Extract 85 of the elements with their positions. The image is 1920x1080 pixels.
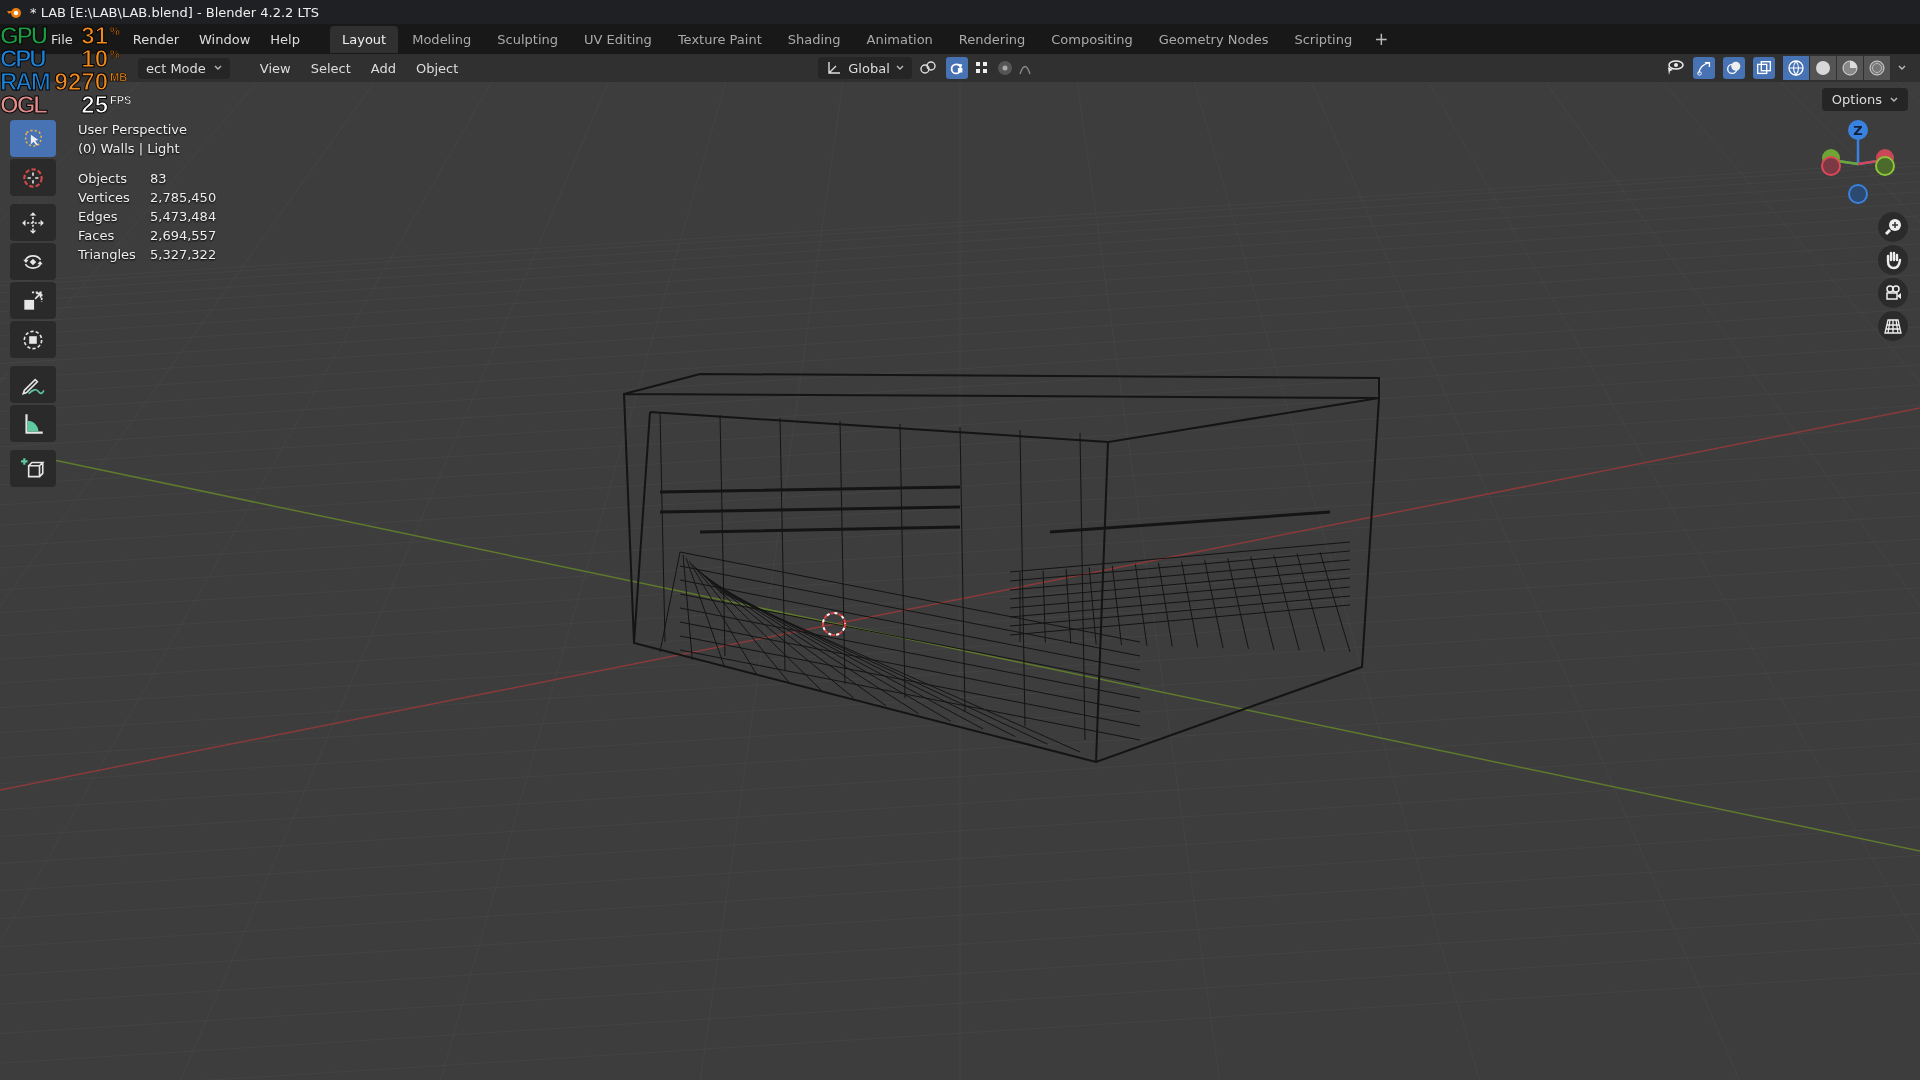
mode-dropdown[interactable]: ect Mode (138, 57, 230, 79)
stat-value: 5,327,322 (150, 246, 217, 264)
navigation-gizmo[interactable]: Z (1818, 118, 1898, 218)
snap-toggle[interactable] (945, 57, 968, 79)
monitor-unit: % (110, 24, 120, 38)
monitor-value: 10 (81, 47, 108, 70)
stat-value: 2,694,557 (150, 227, 217, 245)
workspace-tab[interactable]: Animation (854, 25, 945, 53)
sphere-icon (1868, 59, 1886, 77)
monitor-label: CPU (0, 47, 45, 70)
shading-button[interactable] (1837, 56, 1863, 80)
workspace-tab[interactable]: Shading (775, 25, 853, 53)
monitor-unit: MB (110, 70, 128, 84)
menu-item[interactable]: Render (131, 28, 181, 50)
cursor-tool[interactable] (10, 159, 56, 196)
workspace-tab[interactable]: Compositing (1039, 25, 1145, 53)
stat-label: Objects (78, 170, 129, 188)
workspace-tab[interactable]: Scripting (1282, 25, 1365, 53)
overlays-toggle[interactable] (1723, 57, 1745, 79)
shading-button[interactable] (1864, 56, 1890, 80)
blender-logo-icon (6, 5, 22, 19)
monitor-unit: FPS (110, 93, 132, 107)
workspace-tab[interactable]: Texture Paint (665, 25, 774, 53)
gizmos-icon (1695, 59, 1713, 77)
monitor-value: 31 (81, 24, 108, 47)
cursor-3d-icon[interactable] (822, 612, 846, 636)
chevron-icon (1898, 65, 1906, 71)
scale-tool[interactable] (10, 282, 56, 319)
workspace-tab[interactable]: UV Editing (572, 25, 664, 53)
add-cube-tool[interactable] (10, 450, 56, 487)
grid-icon[interactable] (1878, 311, 1908, 341)
monitor-label: GPU (0, 24, 46, 47)
sphere-icon (1787, 59, 1805, 77)
monitor-label: OGL (0, 93, 46, 116)
menu-item[interactable]: Window (198, 28, 252, 50)
select-tool[interactable] (10, 120, 56, 157)
header-menu[interactable]: Object (405, 57, 469, 79)
monitor-value: 9270 (54, 70, 108, 93)
xray-icon (1755, 59, 1773, 77)
stat-label: Triangles (78, 246, 137, 264)
stat-value: 2,785,450 (150, 189, 217, 207)
collection-label: (0) Walls | Light (78, 140, 181, 158)
chevron-icon (213, 65, 222, 71)
stat-label: Vertices (78, 189, 131, 207)
stat-label: Edges (78, 208, 119, 226)
view-name: User Perspective (78, 121, 189, 139)
sphere-icon (1841, 59, 1859, 77)
header-menu[interactable]: Select (300, 57, 361, 79)
workspace-tab[interactable]: Sculpting (485, 25, 571, 53)
add-workspace-button[interactable]: + (1366, 29, 1397, 49)
orientation-dropdown[interactable]: Global (818, 57, 912, 79)
transform-tool[interactable] (10, 321, 56, 358)
zoom-icon[interactable] (1878, 212, 1908, 242)
rotate-tool[interactable] (10, 243, 56, 280)
xray-toggle[interactable] (1753, 57, 1775, 79)
monitor-value: 25 (81, 93, 108, 116)
overlays-icon (1725, 59, 1743, 77)
chevron-icon (895, 65, 904, 71)
workspace-tab[interactable]: Geometry Nodes (1146, 25, 1281, 53)
axes-icon (826, 60, 843, 76)
grid-snap-icon[interactable] (973, 60, 990, 76)
menu-item[interactable]: File (50, 28, 74, 50)
monitor-unit: % (110, 47, 120, 61)
stat-value: 83 (150, 170, 168, 188)
stat-label: Faces (78, 227, 116, 245)
workspace-tab[interactable]: Layout (330, 25, 399, 53)
chevron-icon (1890, 96, 1898, 103)
window-title: * LAB [E:\LAB\LAB.blend] - Blender 4.2.2 LTS (30, 4, 320, 20)
sphere-icon (1814, 59, 1832, 77)
shading-button[interactable] (1810, 56, 1836, 80)
stat-value: 5,473,484 (150, 208, 217, 226)
menu-item[interactable]: Help (269, 28, 301, 50)
gizmos-toggle[interactable] (1693, 57, 1715, 79)
shading-button[interactable] (1783, 56, 1809, 80)
header-menu[interactable]: View (249, 57, 301, 79)
annotate-tool[interactable] (10, 366, 56, 403)
options-dropdown[interactable]: Options (1821, 88, 1908, 111)
monitor-label: RAM (0, 70, 49, 93)
camera-icon[interactable] (1878, 278, 1908, 308)
measure-tool[interactable] (10, 405, 56, 442)
workspace-tab[interactable]: Modeling (400, 25, 484, 53)
move-tool[interactable] (10, 204, 56, 241)
workspace-tab[interactable]: Rendering (946, 25, 1038, 53)
hand-icon[interactable] (1878, 245, 1908, 275)
header-menu[interactable]: Add (360, 57, 406, 79)
